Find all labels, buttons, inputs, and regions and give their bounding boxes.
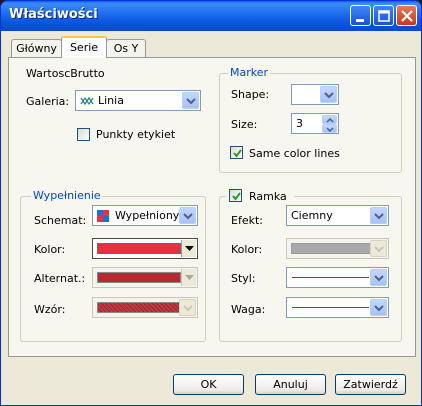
chevron-down-icon <box>374 213 384 220</box>
size-value: 3 <box>296 117 303 130</box>
tab-serie[interactable]: Serie <box>61 36 107 58</box>
size-label: Size: <box>231 118 258 131</box>
galeria-label: Galeria: <box>26 95 70 108</box>
kolor-dropdown-button[interactable] <box>181 240 196 257</box>
schemat-label: Schemat: <box>34 214 87 227</box>
chevron-down-icon <box>186 98 196 105</box>
cancel-button[interactable]: Anuluj <box>255 374 326 395</box>
apply-button-label: Zatwierdź <box>343 378 398 391</box>
styl-label: Styl: <box>231 272 256 285</box>
efekt-value: Ciemny <box>291 209 333 222</box>
title-bar[interactable]: Właściwości <box>1 1 421 31</box>
galeria-select[interactable]: Linia <box>75 90 201 111</box>
schemat-value: Wypełniony <box>115 209 180 222</box>
punkty-etykiet-label: Punkty etykiet <box>96 128 176 141</box>
checkmark-icon <box>232 192 241 201</box>
kolor-color-picker[interactable] <box>92 238 198 259</box>
ramka-label: Ramka <box>249 190 287 203</box>
ramka-kolor-swatch <box>291 243 371 254</box>
minimize-button[interactable] <box>350 5 371 26</box>
line-chart-icon <box>80 96 94 106</box>
alternat-dropdown-button[interactable] <box>181 269 196 286</box>
wzor-dropdown-button[interactable] <box>179 299 196 316</box>
tab-glowny-label: Główny <box>16 42 57 55</box>
chevron-down-icon <box>326 127 334 132</box>
maximize-icon <box>378 10 390 22</box>
ramka-kolor-dropdown-button[interactable] <box>370 240 387 257</box>
kolor-label: Kolor: <box>34 243 66 256</box>
shape-dropdown-button[interactable] <box>320 86 337 103</box>
chevron-down-icon <box>374 305 384 312</box>
styl-select[interactable] <box>286 267 389 288</box>
alternat-color-picker[interactable] <box>92 267 198 288</box>
minimize-icon <box>356 19 364 22</box>
ramka-kolor-picker[interactable] <box>286 238 389 259</box>
chevron-down-icon <box>183 213 193 220</box>
triangle-down-icon <box>185 275 194 280</box>
window-title: Właściwości <box>9 7 98 22</box>
chevron-down-icon <box>324 92 334 99</box>
galeria-value: Linia <box>98 94 124 107</box>
waga-label: Waga: <box>231 303 266 316</box>
chevron-down-icon <box>374 246 384 253</box>
schemat-select[interactable]: Wypełniony <box>92 205 198 226</box>
same-color-lines-checkbox[interactable] <box>230 146 243 159</box>
alternat-swatch <box>97 272 181 283</box>
waga-dropdown-button[interactable] <box>370 299 387 316</box>
size-spinner[interactable]: 3 <box>291 113 339 134</box>
chevron-down-icon <box>374 275 384 282</box>
same-color-lines-label: Same color lines <box>249 147 340 160</box>
wzor-swatch <box>97 302 181 313</box>
efekt-label: Efekt: <box>231 214 263 227</box>
schemat-dropdown-button[interactable] <box>179 207 196 224</box>
wzor-pattern-picker[interactable] <box>92 297 198 318</box>
ramka-checkbox[interactable] <box>229 189 242 202</box>
waga-line-sample <box>292 307 369 308</box>
shape-select[interactable] <box>291 84 339 105</box>
fill-scheme-icon <box>97 210 109 222</box>
apply-button[interactable]: Zatwierdź <box>335 374 406 395</box>
waga-select[interactable] <box>286 297 389 318</box>
galeria-dropdown-button[interactable] <box>182 92 199 109</box>
efekt-select[interactable]: Ciemny <box>286 205 389 226</box>
properties-dialog: Właściwości Główny Serie Os Y WartoscBru… <box>0 0 422 406</box>
triangle-down-icon <box>185 246 194 251</box>
close-icon <box>401 10 413 22</box>
size-increment-button[interactable] <box>322 115 337 124</box>
tab-serie-label: Serie <box>69 41 99 54</box>
marker-legend: Marker <box>228 66 271 79</box>
size-decrement-button[interactable] <box>322 124 337 133</box>
close-button[interactable] <box>396 5 417 26</box>
ok-button-label: OK <box>200 378 217 391</box>
ramka-kolor-label: Kolor: <box>231 243 263 256</box>
series-name: WartoscBrutto <box>26 67 105 80</box>
cancel-button-label: Anuluj <box>273 378 308 391</box>
fill-legend: Wypełnienie <box>31 189 103 202</box>
chevron-up-icon <box>326 118 334 123</box>
kolor-swatch <box>97 243 181 254</box>
punkty-etykiet-checkbox[interactable] <box>77 128 90 141</box>
wzor-label: Wzór: <box>34 303 66 316</box>
efekt-dropdown-button[interactable] <box>370 207 387 224</box>
tab-glowny[interactable]: Główny <box>11 39 62 58</box>
shape-label: Shape: <box>231 88 270 101</box>
maximize-button[interactable] <box>373 5 394 26</box>
styl-dropdown-button[interactable] <box>370 269 387 286</box>
chevron-down-icon <box>183 305 193 312</box>
ok-button[interactable]: OK <box>173 374 244 395</box>
tab-os-y[interactable]: Os Y <box>106 39 146 58</box>
alternat-label: Alternat.: <box>34 272 86 285</box>
tab-os-y-label: Os Y <box>113 42 139 55</box>
checkmark-icon <box>233 149 242 158</box>
styl-line-sample <box>292 277 369 278</box>
